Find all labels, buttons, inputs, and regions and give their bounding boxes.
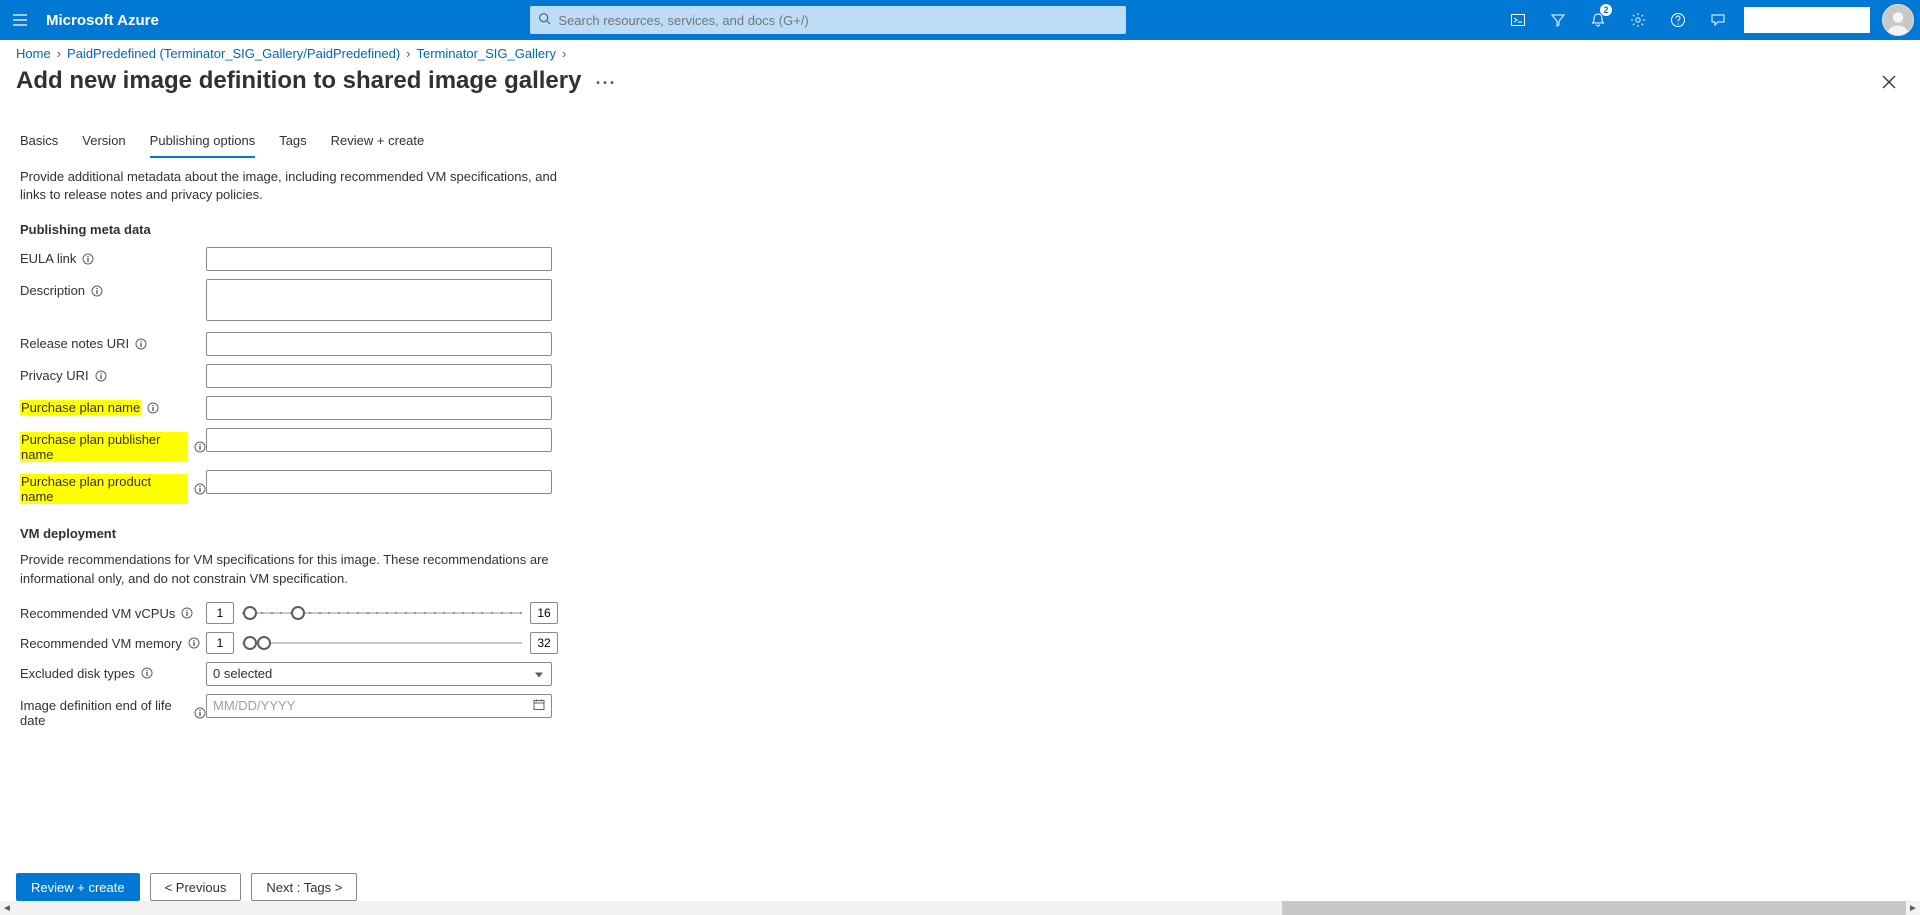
feedback-button[interactable] xyxy=(1698,0,1738,40)
account-avatar[interactable] xyxy=(1882,4,1914,36)
cloud-shell-button[interactable] xyxy=(1498,0,1538,40)
feedback-icon xyxy=(1710,12,1726,28)
label-release-notes: Release notes URI xyxy=(20,336,129,351)
disk-types-value: 0 selected xyxy=(213,666,272,681)
filter-icon xyxy=(1550,12,1566,28)
directory-filter-button[interactable] xyxy=(1538,0,1578,40)
label-privacy-uri: Privacy URI xyxy=(20,368,89,383)
tab-tags[interactable]: Tags xyxy=(279,127,306,158)
info-icon[interactable] xyxy=(141,667,153,679)
tab-publishing-options[interactable]: Publishing options xyxy=(150,127,256,158)
label-memory: Recommended VM memory xyxy=(20,636,182,651)
tab-bar: Basics Version Publishing options Tags R… xyxy=(0,127,1920,158)
info-icon[interactable] xyxy=(135,338,147,350)
calendar-icon xyxy=(533,698,545,713)
vcpus-max-input[interactable] xyxy=(530,602,558,624)
tab-basics[interactable]: Basics xyxy=(20,127,58,158)
tab-version[interactable]: Version xyxy=(82,127,125,158)
hamburger-icon xyxy=(12,12,28,28)
notifications-button[interactable]: 2 xyxy=(1578,0,1618,40)
vcpus-thumb-min[interactable] xyxy=(243,606,257,620)
breadcrumb-item-2[interactable]: Terminator_SIG_Gallery xyxy=(417,46,556,61)
brand[interactable]: Microsoft Azure xyxy=(40,12,159,29)
scroll-right-arrow[interactable]: ► xyxy=(1906,901,1920,915)
mem-max-input[interactable] xyxy=(530,632,558,654)
mem-thumb-min[interactable] xyxy=(243,636,257,650)
section-publishing-heading: Publishing meta data xyxy=(20,222,740,237)
footer-bar: Review + create < Previous Next : Tags > xyxy=(0,873,1920,901)
info-icon[interactable] xyxy=(188,637,200,649)
horizontal-scrollbar[interactable]: ◄ ► xyxy=(0,901,1920,915)
info-icon[interactable] xyxy=(95,370,107,382)
top-bar: Microsoft Azure 2 xyxy=(0,0,1920,40)
info-icon[interactable] xyxy=(147,402,159,414)
breadcrumb-sep: › xyxy=(406,46,410,61)
label-plan-name: Purchase plan name xyxy=(20,400,141,415)
info-icon[interactable] xyxy=(194,483,206,495)
close-blade-button[interactable] xyxy=(1874,67,1904,100)
next-button[interactable]: Next : Tags > xyxy=(251,873,357,901)
info-icon[interactable] xyxy=(194,707,206,719)
info-icon[interactable] xyxy=(194,441,206,453)
help-button[interactable] xyxy=(1658,0,1698,40)
release-notes-input[interactable] xyxy=(206,332,552,356)
breadcrumb-sep: › xyxy=(562,46,566,61)
scrollbar-thumb[interactable] xyxy=(1282,901,1906,915)
content-area: Provide additional metadata about the im… xyxy=(0,158,760,816)
breadcrumb-item-1[interactable]: PaidPredefined (Terminator_SIG_Gallery/P… xyxy=(67,46,400,61)
gear-icon xyxy=(1630,12,1646,28)
breadcrumb-sep: › xyxy=(57,46,61,61)
label-plan-product: Purchase plan product name xyxy=(20,474,188,504)
info-icon[interactable] xyxy=(82,253,94,265)
plan-product-input[interactable] xyxy=(206,470,552,494)
previous-button[interactable]: < Previous xyxy=(150,873,242,901)
label-vcpus: Recommended VM vCPUs xyxy=(20,606,175,621)
settings-button[interactable] xyxy=(1618,0,1658,40)
label-description: Description xyxy=(20,283,85,298)
privacy-uri-input[interactable] xyxy=(206,364,552,388)
page-title: Add new image definition to shared image… xyxy=(16,67,581,95)
title-more-button[interactable]: ··· xyxy=(595,73,616,94)
title-row: Add new image definition to shared image… xyxy=(0,63,1920,103)
help-icon xyxy=(1670,12,1686,28)
close-icon xyxy=(1882,75,1896,89)
vcpus-min-input[interactable] xyxy=(206,602,234,624)
vcpus-thumb-max[interactable] xyxy=(291,606,305,620)
notification-badge: 2 xyxy=(1600,4,1612,16)
mem-thumb-max[interactable] xyxy=(257,636,271,650)
eol-date-input[interactable]: MM/DD/YYYY xyxy=(206,694,552,718)
top-right-input[interactable] xyxy=(1744,7,1870,33)
label-eol-date: Image definition end of life date xyxy=(20,698,188,728)
hamburger-menu[interactable] xyxy=(0,12,40,28)
vcpus-slider[interactable] xyxy=(242,602,522,624)
eula-link-input[interactable] xyxy=(206,247,552,271)
top-right-input-field[interactable] xyxy=(1744,7,1870,33)
plan-publisher-input[interactable] xyxy=(206,428,552,452)
label-disk-types: Excluded disk types xyxy=(20,666,135,681)
tab-review-create[interactable]: Review + create xyxy=(331,127,425,158)
label-plan-publisher: Purchase plan publisher name xyxy=(20,432,188,462)
info-icon[interactable] xyxy=(91,285,103,297)
info-icon[interactable] xyxy=(181,607,193,619)
vm-intro-text: Provide recommendations for VM specifica… xyxy=(20,551,560,587)
search-box xyxy=(530,6,1126,34)
mem-slider[interactable] xyxy=(242,632,522,654)
section-vm-heading: VM deployment xyxy=(20,526,740,541)
breadcrumb-home[interactable]: Home xyxy=(16,46,51,61)
avatar-icon xyxy=(1884,7,1912,35)
search-input[interactable] xyxy=(530,6,1126,34)
intro-text: Provide additional metadata about the im… xyxy=(20,168,560,204)
plan-name-input[interactable] xyxy=(206,396,552,420)
breadcrumb: Home › PaidPredefined (Terminator_SIG_Ga… xyxy=(0,40,1920,63)
disk-types-select[interactable]: 0 selected xyxy=(206,662,552,686)
review-create-button[interactable]: Review + create xyxy=(16,873,140,901)
description-input[interactable] xyxy=(206,279,552,321)
label-eula: EULA link xyxy=(20,251,76,266)
mem-min-input[interactable] xyxy=(206,632,234,654)
cloud-shell-icon xyxy=(1510,12,1526,28)
search-icon xyxy=(538,12,551,28)
eol-date-placeholder: MM/DD/YYYY xyxy=(213,698,295,713)
scroll-left-arrow[interactable]: ◄ xyxy=(0,901,14,915)
